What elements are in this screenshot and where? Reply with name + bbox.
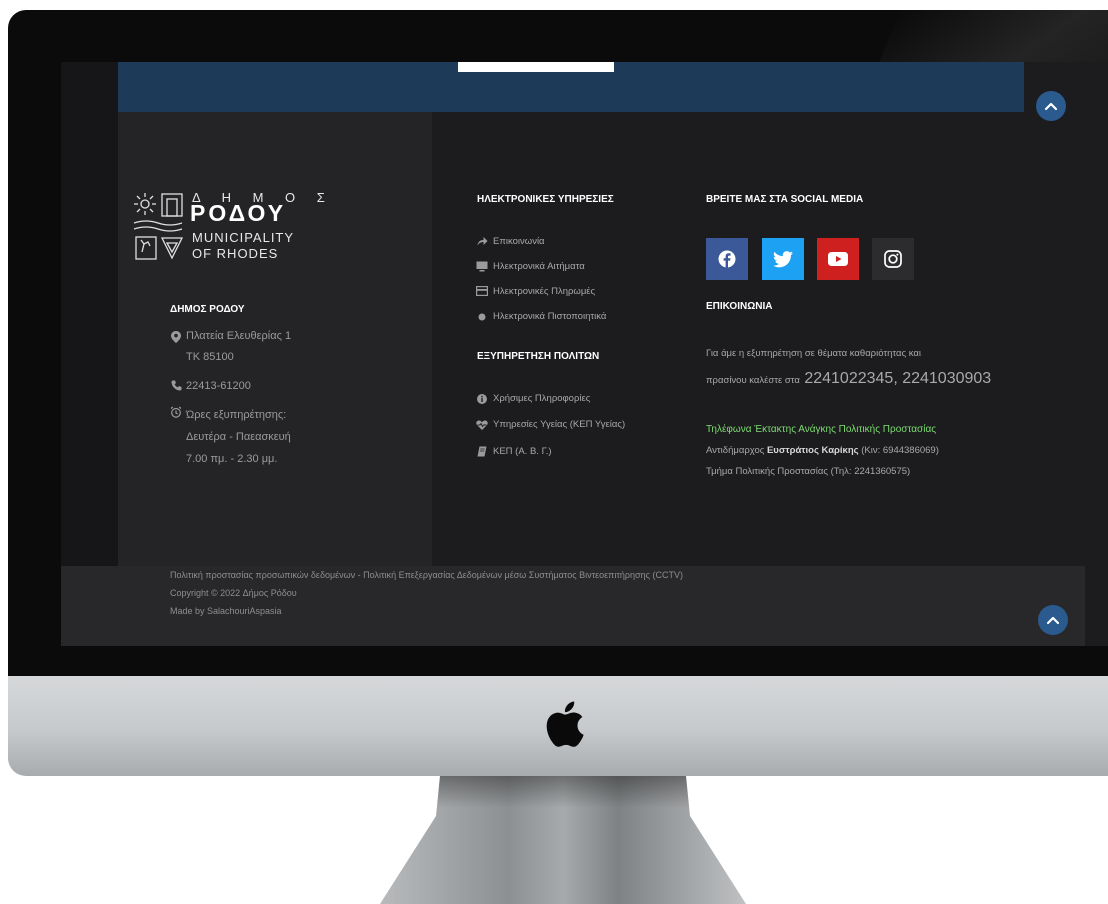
eservice-label: Ηλεκτρονικές Πληρωμές (493, 286, 596, 297)
privacy-policies-link[interactable]: Πολιτική προστασίας προσωπικών δεδομένων… (170, 570, 683, 580)
contact-line-1: Για άμε η εξυπηρέτηση σε θέματα καθαριότ… (706, 348, 921, 359)
social-heading: ΒΡΕΙΤΕ ΜΑΣ ΣΤΑ SOCIAL MEDIA (706, 194, 864, 205)
share-arrow-icon (477, 237, 488, 246)
made-by-text: Made by SalachouriAspasia (170, 606, 282, 616)
deputy-prefix: Αντιδήμαρχος (706, 445, 765, 456)
alarm-clock-icon (170, 406, 182, 418)
cleaning-phone-numbers[interactable]: 2241022345, 2241030903 (804, 370, 991, 387)
citizen-label: Υπηρεσίες Υγείας (ΚΕΠ Υγείας) (493, 419, 626, 430)
twitter-icon (773, 250, 793, 267)
scroll-top-button[interactable] (1036, 91, 1066, 121)
phone-icon (171, 380, 182, 391)
civil-protection-dept: Τμήμα Πολιτικής Προστασίας (Τηλ: 2241360… (706, 466, 911, 477)
address-line-1: Πλατεία Ελευθερίας 1 (186, 330, 292, 342)
hours-label: Ώρες εξυπηρέτησης: (186, 409, 287, 421)
municipality-heading: ΔΗΜΟΣ ΡΟΔΟΥ (170, 304, 245, 315)
eservice-label: Επικοινωνία (493, 236, 545, 247)
logo-text-rhodes: OF RHODES (192, 246, 279, 261)
logo-text-municipality: MUNICIPALITY (192, 230, 295, 245)
eservice-label: Ηλεκτρονικά Αιτήματα (493, 261, 585, 272)
emergency-phones-title: Τηλέφωνα Έκτακτης Ανάγκης Πολιτικής Προσ… (706, 424, 937, 435)
contact-heading: ΕΠΙΚΟΙΝΩΝΙΑ (706, 301, 773, 312)
phone-number[interactable]: 22413-61200 (186, 380, 251, 392)
heartbeat-icon (476, 420, 488, 430)
monitor-chin (8, 676, 1108, 776)
chevron-up-icon (1044, 102, 1058, 111)
citizen-label: Χρήσιμες Πληροφορίες (493, 393, 591, 404)
dot-icon (478, 313, 486, 321)
instagram-icon (884, 250, 902, 268)
book-icon (477, 446, 487, 457)
eservices-heading: ΗΛΕΚΤΡΟΝΙΚΕΣ ΥΠΗΡΕΣΙΕΣ (477, 194, 614, 205)
monitor-icon (476, 261, 488, 272)
copyright-text: Copyright © 2022 Δήμος Ρόδου (170, 588, 297, 598)
contact-line-2: πρασίνου καλέστε στα 2241022345, 2241030… (706, 370, 991, 388)
contact-line-2-prefix: πρασίνου καλέστε στα (706, 375, 800, 386)
citizen-label: ΚΕΠ (Α. Β. Γ.) (493, 446, 552, 457)
deputy-mayor-line: Αντιδήμαρχος Ευστράτιος Καρίκης (Κιν: 69… (706, 445, 939, 456)
hours-days: Δευτέρα - Παεασκευή (186, 431, 291, 443)
banner-white-tab (458, 62, 614, 72)
credit-card-icon (476, 286, 488, 296)
deputy-phone[interactable]: (Κιν: 6944386069) (861, 445, 939, 456)
eservice-label: Ηλεκτρονικά Πιστοποιητικά (493, 311, 607, 322)
chevron-up-icon (1046, 616, 1060, 625)
info-icon (477, 394, 487, 404)
map-marker-icon (171, 331, 181, 343)
address-line-2: ΤΚ 85100 (186, 351, 234, 363)
footer-right-area (432, 112, 1085, 566)
citizens-heading: ΕΞΥΠΗΡΕΤΗΣΗ ΠΟΛΙΤΩΝ (477, 351, 600, 362)
top-banner (118, 62, 1024, 112)
hours-time: 7.00 πμ. - 2.30 μμ. (186, 453, 278, 465)
youtube-button[interactable] (817, 238, 859, 280)
apple-logo-icon (546, 701, 584, 747)
instagram-button[interactable] (872, 238, 914, 280)
scroll-top-button-bottom[interactable] (1038, 605, 1068, 635)
facebook-icon (718, 250, 736, 268)
twitter-button[interactable] (762, 238, 804, 280)
left-gutter (61, 62, 118, 566)
deputy-name: Ευστράτιος Καρίκης (766, 445, 859, 456)
logo-text-rodou: ΡΟΔΟΥ (190, 200, 287, 226)
monitor-stand (380, 776, 746, 904)
youtube-icon (828, 252, 848, 266)
logo-emblem-icon (133, 193, 184, 260)
facebook-button[interactable] (706, 238, 748, 280)
